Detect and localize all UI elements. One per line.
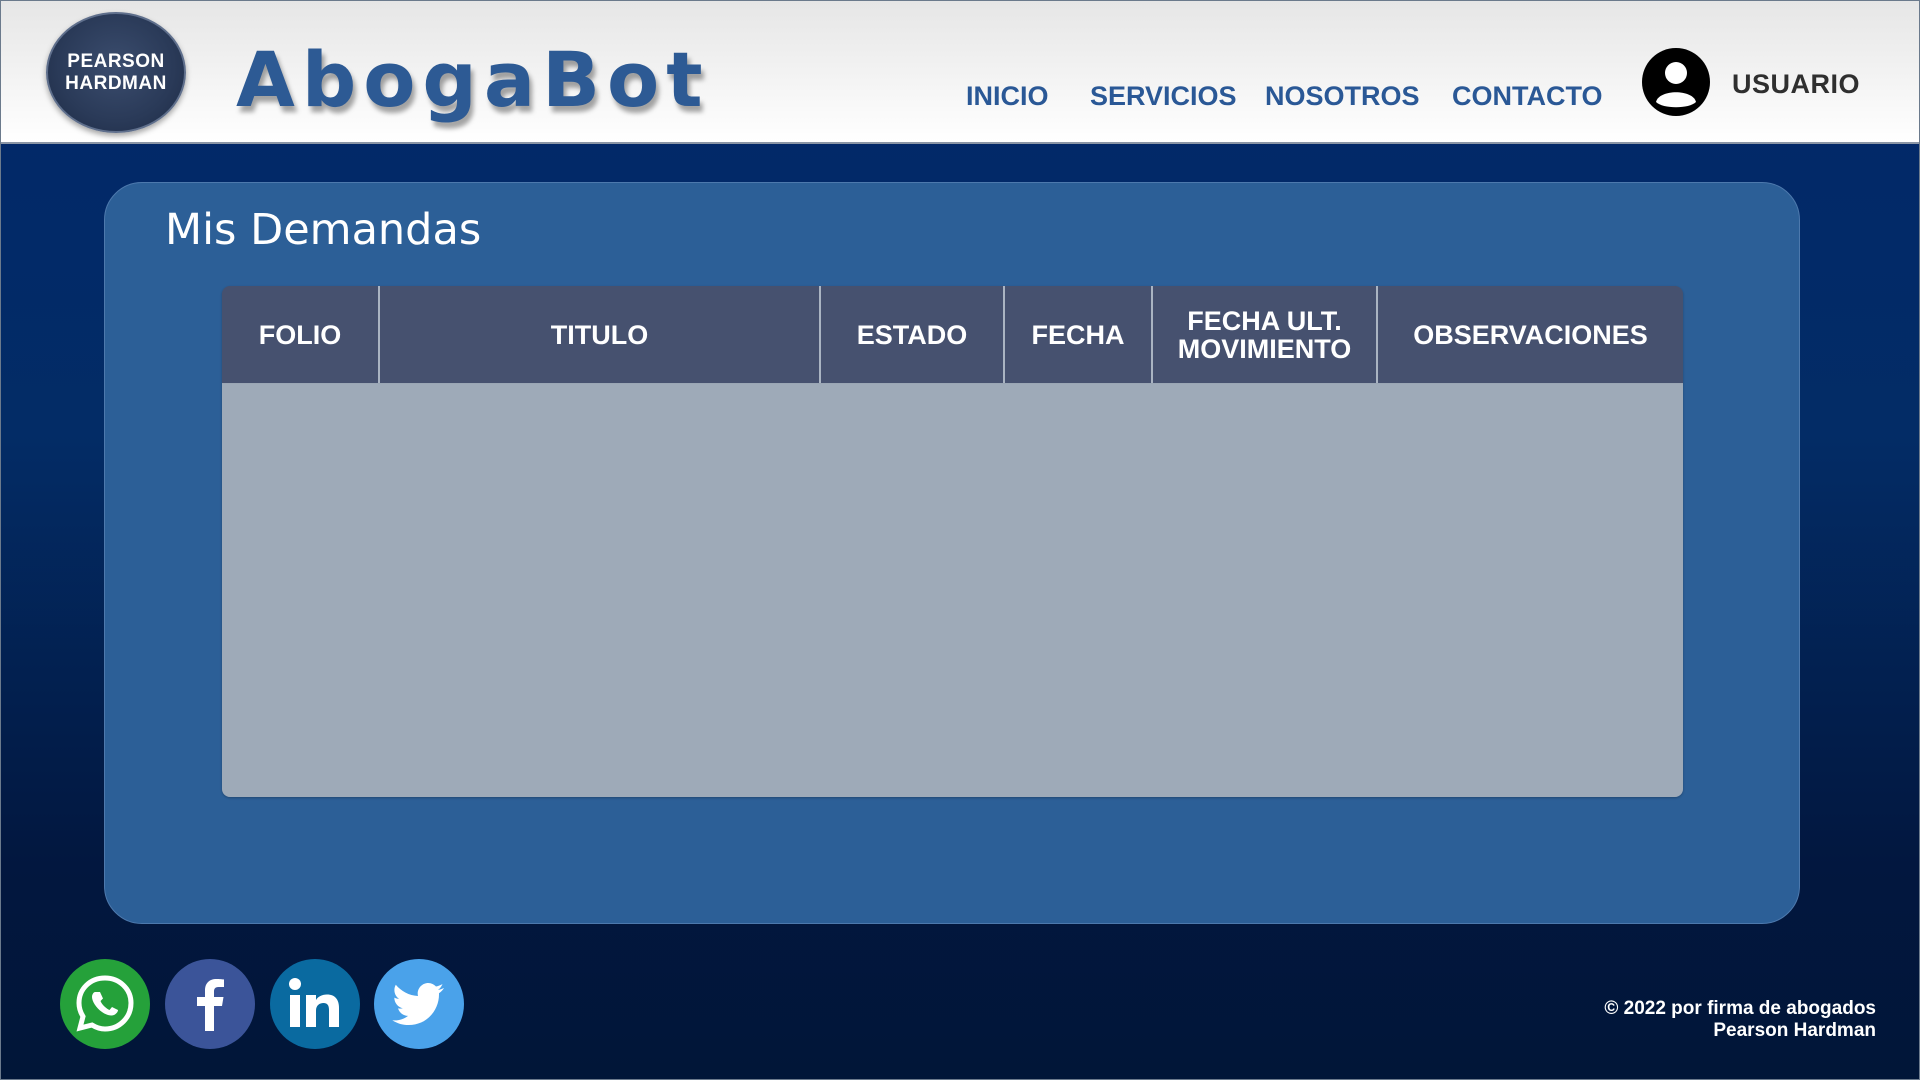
- nav-servicios[interactable]: SERVICIOS: [1090, 81, 1237, 112]
- page-title: Mis Demandas: [165, 205, 482, 255]
- whatsapp-icon[interactable]: [60, 959, 150, 1049]
- user-avatar-icon[interactable]: [1641, 47, 1711, 117]
- linkedin-icon[interactable]: [270, 959, 360, 1049]
- logo-line-2: HARDMAN: [65, 72, 167, 94]
- column-header-titulo[interactable]: TITULO: [378, 286, 819, 383]
- app-title: AbogaBot: [236, 35, 710, 124]
- table-header: FOLIO TITULO ESTADO FECHA FECHA ULT. MOV…: [222, 286, 1683, 384]
- nav-inicio[interactable]: INICIO: [966, 81, 1049, 112]
- twitter-icon[interactable]: [374, 959, 464, 1049]
- copyright-line-2: Pearson Hardman: [1713, 1020, 1876, 1041]
- nav-contacto[interactable]: CONTACTO: [1452, 81, 1603, 112]
- demandas-panel: Mis Demandas FOLIO TITULO ESTADO FECHA F…: [104, 182, 1800, 924]
- column-header-fecha[interactable]: FECHA: [1003, 286, 1151, 383]
- user-label[interactable]: USUARIO: [1732, 69, 1860, 100]
- nav-nosotros[interactable]: NOSOTROS: [1265, 81, 1420, 112]
- column-header-folio[interactable]: FOLIO: [222, 286, 378, 383]
- top-header: PEARSON HARDMAN AbogaBot INICIO SERVICIO…: [1, 1, 1919, 144]
- column-header-observaciones[interactable]: OBSERVACIONES: [1376, 286, 1683, 383]
- firm-logo[interactable]: PEARSON HARDMAN: [46, 12, 186, 133]
- demandas-table: FOLIO TITULO ESTADO FECHA FECHA ULT. MOV…: [222, 286, 1683, 797]
- column-header-fecha-ult-movimiento[interactable]: FECHA ULT. MOVIMIENTO: [1151, 286, 1376, 383]
- facebook-icon[interactable]: [165, 959, 255, 1049]
- copyright-line-1: © 2022 por firma de abogados: [1604, 998, 1876, 1019]
- logo-line-1: PEARSON: [67, 50, 165, 72]
- copyright-text: © 2022 por firma de abogados Pearson Har…: [1604, 998, 1876, 1042]
- table-body: [222, 384, 1683, 797]
- column-header-estado[interactable]: ESTADO: [819, 286, 1003, 383]
